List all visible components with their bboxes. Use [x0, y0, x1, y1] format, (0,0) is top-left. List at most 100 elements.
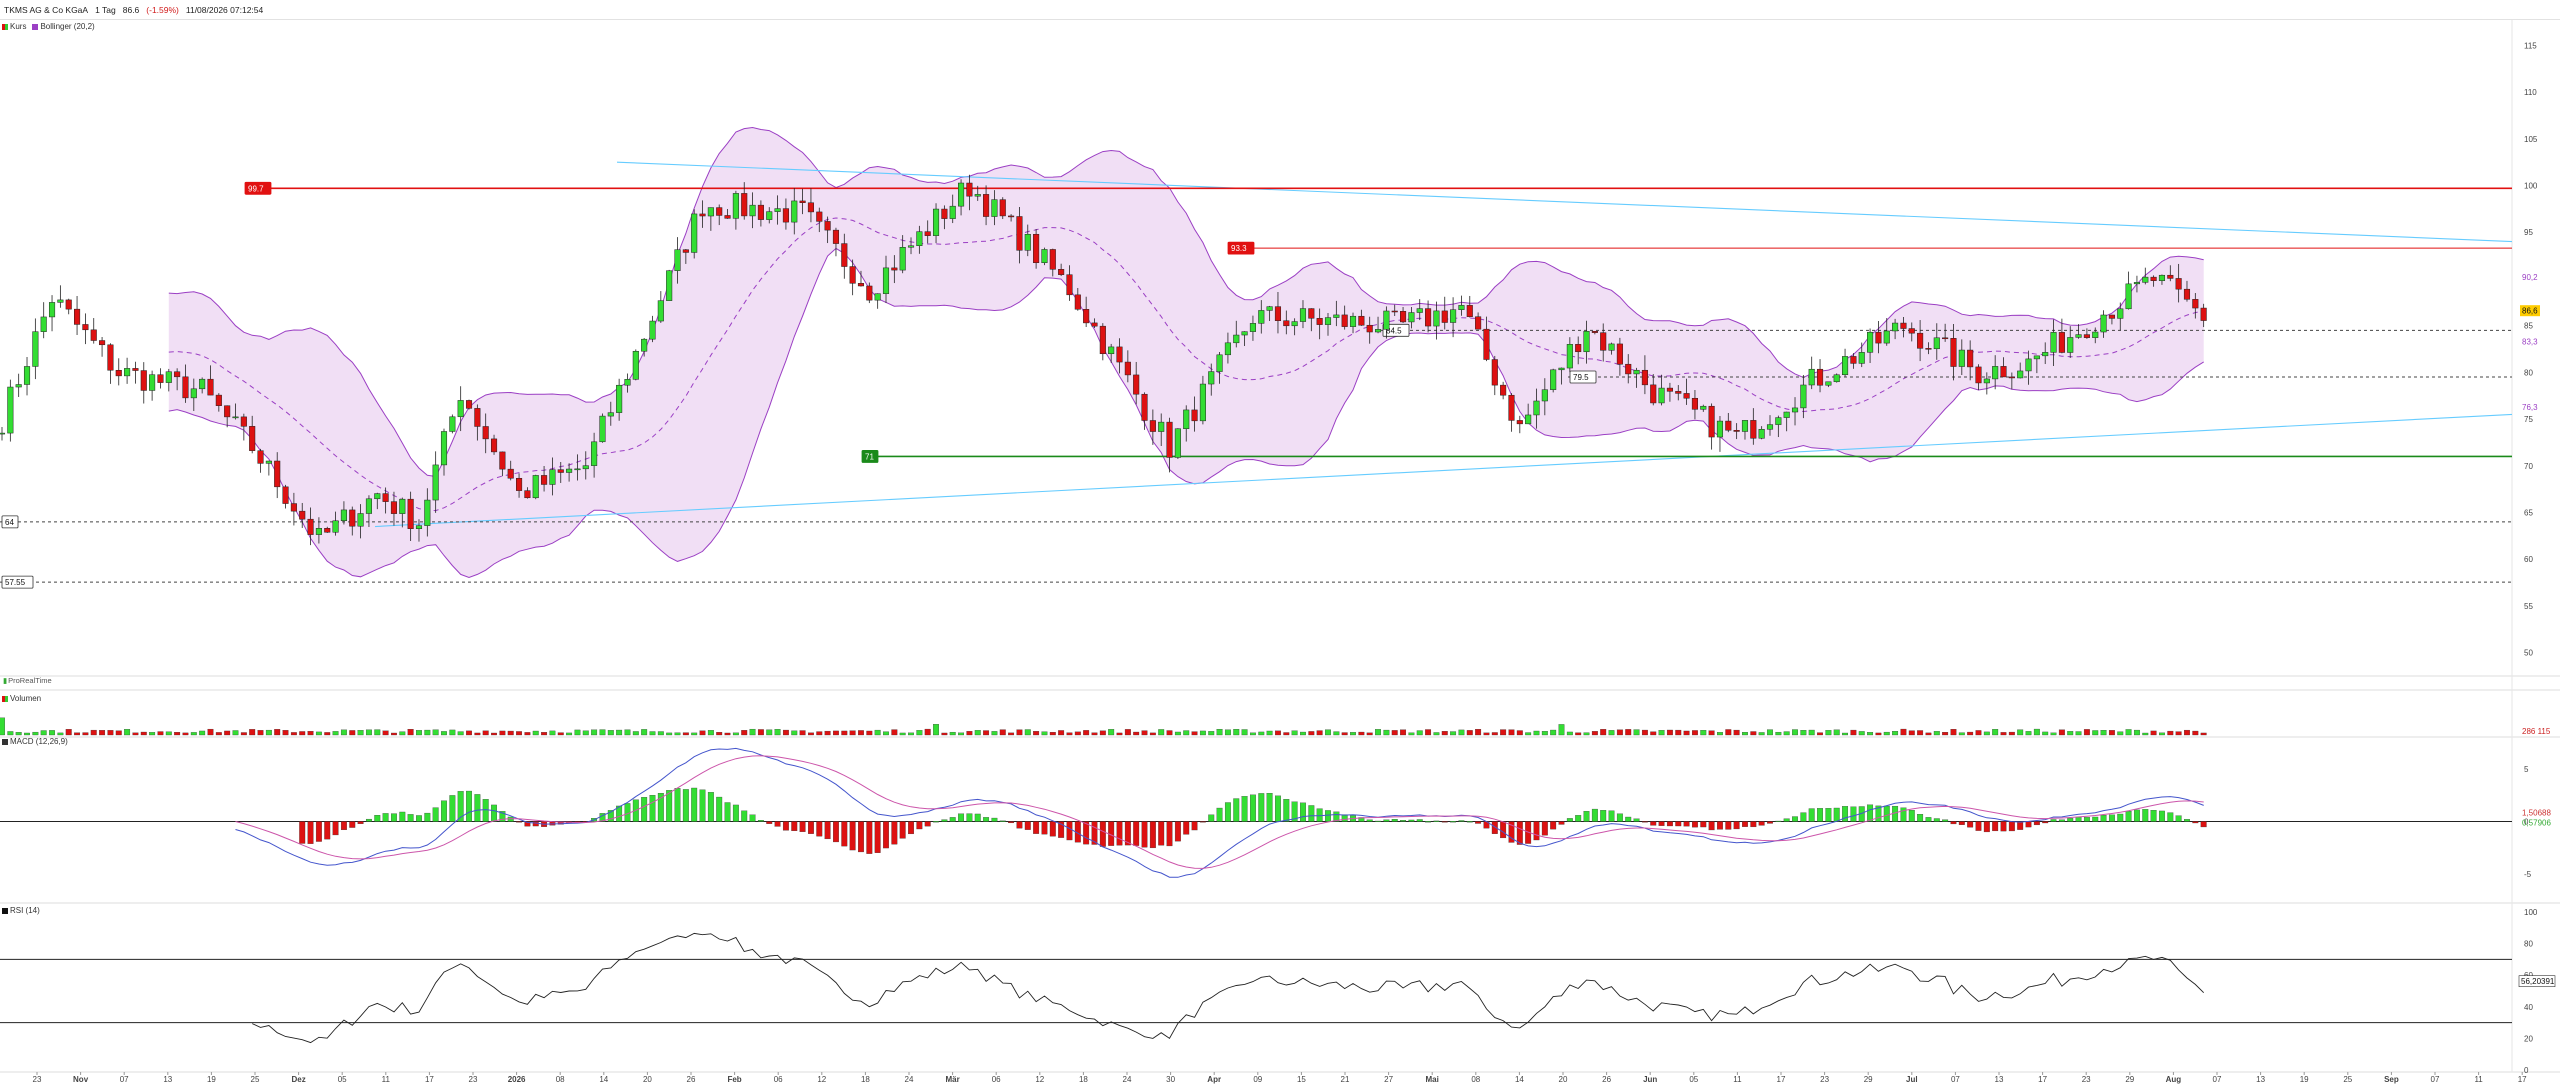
volume-bar — [1224, 729, 1231, 736]
volume-bar — [1141, 730, 1148, 736]
candle-body — [1216, 354, 1223, 372]
candle-body — [1616, 343, 1623, 365]
candle-body — [1191, 409, 1198, 422]
volume-bar — [265, 729, 272, 736]
candle-body — [2192, 299, 2199, 309]
macd-histogram-bar — [1199, 821, 1206, 823]
volume-bar — [7, 731, 14, 736]
volume-bar — [1241, 729, 1248, 736]
macd-histogram-bar — [1641, 821, 1648, 823]
volume-bar — [1683, 730, 1690, 736]
volume-bar — [691, 732, 698, 736]
volume-bar — [349, 730, 356, 736]
volume-bar — [1233, 729, 1240, 736]
macd-histogram-bar — [2100, 814, 2107, 822]
volume-bar — [2167, 730, 2174, 736]
volume-bar — [949, 731, 956, 736]
x-tick-label: 20 — [1559, 1075, 1568, 1084]
x-tick-label: Mär — [945, 1075, 959, 1084]
x-tick-label: 07 — [2431, 1075, 2440, 1084]
macd-histogram-bar — [1550, 821, 1557, 830]
macd-histogram-bar — [516, 821, 523, 823]
volume-bar — [482, 730, 489, 736]
candle-body — [907, 245, 915, 248]
rsi-tick-label: 40 — [2524, 1003, 2533, 1012]
volume-bar — [782, 729, 789, 736]
volume-bar — [666, 732, 673, 736]
volume-bar — [1308, 731, 1315, 736]
volume-bar — [1908, 730, 1915, 736]
candle-body — [1366, 324, 1373, 333]
candle-body — [299, 510, 306, 520]
volume-bar — [1767, 729, 1773, 736]
candle-body — [1141, 393, 1148, 421]
level-tag-label: 93.3 — [1231, 244, 1247, 253]
price-tick-label: 65 — [2524, 509, 2533, 518]
x-tick-label: 25 — [251, 1075, 260, 1084]
macd-value-label: 0,57906 — [2522, 819, 2551, 828]
macd-histogram-bar — [391, 813, 397, 822]
candle-body — [365, 498, 372, 514]
candle-body — [1458, 305, 1465, 310]
candle-body — [757, 204, 764, 220]
volume-bar — [582, 730, 589, 736]
macd-histogram-bar — [774, 821, 781, 827]
candle-body — [649, 320, 656, 340]
volume-bar — [2175, 731, 2182, 736]
volume-bar — [416, 730, 422, 736]
candle-body — [557, 469, 564, 473]
candle-body — [1725, 420, 1732, 431]
volume-bar — [1124, 729, 1131, 736]
volume-bar — [1024, 729, 1031, 736]
macd-histogram-bar — [891, 821, 898, 845]
x-tick-label: 05 — [338, 1075, 347, 1084]
volume-bar — [757, 729, 764, 736]
macd-histogram-bar — [432, 807, 439, 822]
candle-body — [1408, 312, 1415, 323]
candle-body — [2117, 308, 2124, 319]
rsi-last-label: 56,20391 — [2521, 977, 2555, 986]
volume-bar — [215, 732, 222, 736]
candle-body — [857, 283, 865, 287]
x-tick-label: 11 — [2474, 1075, 2483, 1084]
candle-body — [1016, 216, 1023, 251]
volume-bar — [249, 729, 256, 736]
candle-body — [591, 441, 598, 466]
macd-tick-label: -5 — [2524, 870, 2532, 879]
volume-bar — [1600, 729, 1607, 736]
x-tick-label: 20 — [643, 1075, 652, 1084]
volume-bar — [1616, 729, 1623, 736]
volume-bar — [2142, 732, 2149, 736]
macd-histogram-bar — [1108, 821, 1115, 846]
volume-bar — [1975, 730, 1982, 736]
x-tick-label: 17 — [2038, 1075, 2047, 1084]
candle-body — [1450, 309, 1457, 323]
volume-bar — [2150, 730, 2157, 736]
candle-body — [1600, 332, 1607, 351]
candle-body — [307, 518, 314, 535]
macd-histogram-bar — [924, 821, 931, 827]
volume-bar — [40, 730, 47, 736]
candle-body — [916, 231, 923, 246]
x-tick-label: Apr — [1207, 1075, 1221, 1084]
candle-body — [891, 267, 898, 271]
candle-body — [1775, 417, 1782, 425]
x-tick-label: 18 — [861, 1075, 870, 1084]
volume-bar — [1058, 730, 1065, 736]
macd-histogram-bar — [1208, 814, 1215, 822]
volume-bar — [1475, 729, 1482, 736]
candle-body — [124, 368, 131, 377]
chart-canvas[interactable]: 5055606570758085909510010511011523Nov071… — [0, 0, 2560, 1086]
macd-histogram-bar — [682, 789, 689, 822]
candle-body — [1124, 361, 1131, 376]
candle-body — [524, 490, 531, 499]
macd-histogram-bar — [691, 787, 698, 822]
volume-bar — [1383, 729, 1390, 736]
volume-bar — [1700, 730, 1707, 736]
x-tick-label: 27 — [1384, 1075, 1393, 1084]
macd-histogram-bar — [2083, 817, 2090, 822]
macd-histogram-bar — [716, 796, 723, 822]
candle-body — [1708, 405, 1715, 438]
volume-bar — [1892, 731, 1899, 736]
candle-body — [1892, 322, 1899, 332]
